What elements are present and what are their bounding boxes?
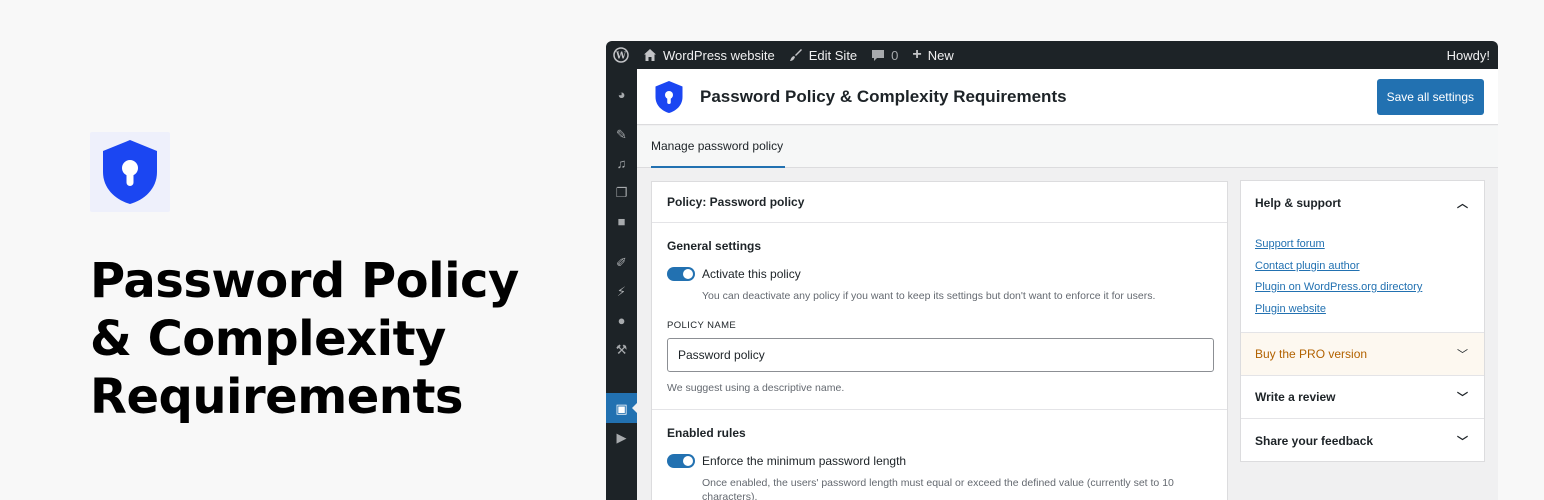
chevron-up-icon: ︿ <box>1457 197 1468 210</box>
shield-keyhole-icon <box>103 140 157 204</box>
tools-icon[interactable]: ⚒ <box>614 342 629 357</box>
share-feedback-row[interactable]: Share your feedback ﹀ <box>1241 419 1484 462</box>
help-sidebar: Help & support ︿ Support forum Contact p… <box>1240 180 1485 462</box>
wordpress-directory-link[interactable]: Plugin on WordPress.org directory <box>1255 277 1470 299</box>
edit-site-label: Edit Site <box>808 47 858 63</box>
support-forum-link[interactable]: Support forum <box>1255 234 1470 256</box>
wordpress-icon: W <box>613 47 629 63</box>
tab-manage-password-policy[interactable]: Manage password policy <box>651 126 786 168</box>
media-icon[interactable]: ♫ <box>614 156 629 171</box>
howdy-label: Howdy! <box>1446 47 1490 63</box>
plugins-icon[interactable]: ⚡ <box>614 284 629 299</box>
site-name: WordPress website <box>663 47 775 63</box>
pages-icon[interactable]: ❐ <box>614 185 629 200</box>
pin-icon[interactable]: ✎ <box>614 127 629 142</box>
write-review-label: Write a review <box>1255 390 1336 404</box>
new-label: New <box>927 47 954 63</box>
page-title: Password Policy & Complexity Requirement… <box>700 86 1067 106</box>
comment-icon <box>872 50 885 61</box>
chevron-down-icon: ﹀ <box>1457 392 1468 404</box>
plugin-content: Password Policy & Complexity Requirement… <box>637 69 1498 500</box>
wordpress-logo-button[interactable]: W <box>606 41 636 69</box>
plugin-header: Password Policy & Complexity Requirement… <box>637 69 1498 125</box>
buy-pro-row[interactable]: Buy the PRO version ﹀ <box>1241 333 1484 376</box>
contact-author-link[interactable]: Contact plugin author <box>1255 256 1470 278</box>
play-icon[interactable]: ▶ <box>614 430 629 445</box>
comments-icon[interactable]: ■ <box>614 214 629 229</box>
policy-heading: Policy: Password policy <box>652 182 1227 223</box>
enabled-rules-title: Enabled rules <box>667 426 746 440</box>
min-length-help: Once enabled, the users' password length… <box>702 477 1174 500</box>
policy-name-label: POLICY NAME <box>667 320 737 331</box>
help-support-title: Help & support <box>1255 195 1341 210</box>
wp-admin-window: W WordPress website Edit Site 0 + New Ho… <box>606 41 1498 500</box>
tab-bar: Manage password policy <box>637 126 1498 168</box>
comments-count: 0 <box>891 47 899 63</box>
admin-side-menu: ◕ ✎ ♫ ❐ ■ ✐ ⚡ ● ⚒ ▣ ▶ <box>606 69 638 500</box>
admin-bar: W WordPress website Edit Site 0 + New Ho… <box>606 41 1498 69</box>
chevron-down-icon: ﹀ <box>1457 435 1468 448</box>
plugin-website-link[interactable]: Plugin website <box>1255 299 1470 321</box>
activate-policy-label: Activate this policy <box>702 267 801 281</box>
share-feedback-label: Share your feedback <box>1255 433 1374 448</box>
write-review-row[interactable]: Write a review ﹀ <box>1241 376 1484 419</box>
chevron-down-icon: ﹀ <box>1457 349 1468 361</box>
appearance-icon[interactable]: ✐ <box>614 255 629 270</box>
min-length-toggle[interactable] <box>667 454 695 468</box>
buy-pro-label: Buy the PRO version <box>1255 347 1368 361</box>
help-links: Support forum Contact plugin author Plug… <box>1241 224 1484 333</box>
comments-link[interactable]: 0 <box>864 41 905 69</box>
password-policy-icon[interactable]: ▣ <box>614 401 629 416</box>
home-icon <box>644 49 656 61</box>
general-settings-title: General settings <box>667 239 762 253</box>
activate-policy-help: You can deactivate any policy if you wan… <box>702 290 1156 302</box>
svg-text:W: W <box>615 52 627 62</box>
account-menu[interactable]: Howdy! <box>1440 41 1498 69</box>
promo-title: Password Policy & Complexity Requirement… <box>90 253 519 425</box>
help-support-header[interactable]: Help & support ︿ <box>1241 181 1484 224</box>
shield-keyhole-icon <box>655 80 683 113</box>
save-all-settings-button[interactable]: Save all settings <box>1376 79 1484 115</box>
section-divider <box>652 409 1227 410</box>
brush-icon <box>789 49 802 61</box>
min-length-label: Enforce the minimum password length <box>702 454 907 468</box>
plugin-header-logo <box>652 80 686 114</box>
policy-panel: Policy: Password policy General settings… <box>651 181 1228 500</box>
plugin-logo <box>90 132 170 212</box>
activate-policy-toggle[interactable] <box>667 267 695 281</box>
users-icon[interactable]: ● <box>614 313 629 328</box>
dashboard-icon[interactable]: ◕ <box>614 87 629 102</box>
site-name-link[interactable]: WordPress website <box>636 41 782 69</box>
new-content-link[interactable]: + New <box>905 41 960 69</box>
policy-name-input[interactable] <box>667 338 1214 372</box>
edit-site-link[interactable]: Edit Site <box>782 41 864 69</box>
policy-name-hint: We suggest using a descriptive name. <box>667 382 845 394</box>
plus-icon: + <box>912 46 922 63</box>
